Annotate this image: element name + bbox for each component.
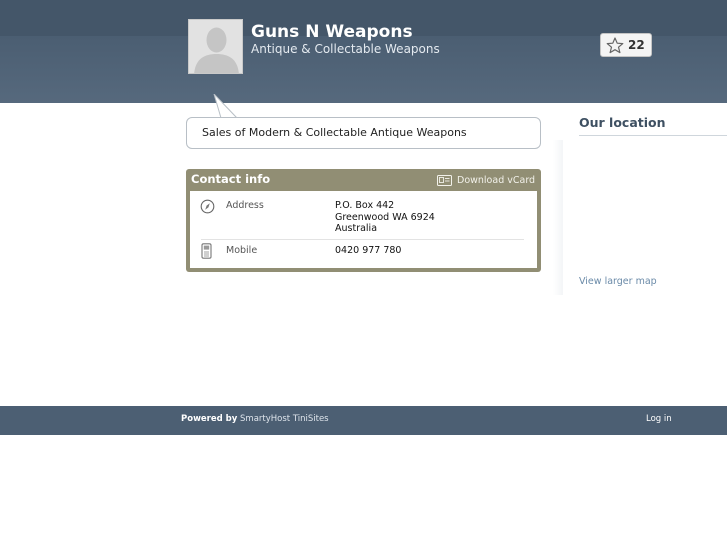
mobile-label: Mobile — [226, 245, 258, 256]
compass-icon — [200, 199, 215, 214]
avatar — [188, 19, 243, 74]
favorite-button[interactable]: 22 — [600, 33, 652, 57]
person-silhouette-icon — [189, 20, 242, 73]
download-vcard-link[interactable]: Download vCard — [457, 175, 535, 186]
our-location-heading: Our location — [579, 115, 666, 130]
tagline-bubble: Sales of Modern & Collectable Antique We… — [186, 117, 541, 149]
site-footer: Powered by SmartyHost TiniSites Log in — [0, 406, 727, 435]
mobile-value: 0420 977 780 — [335, 245, 401, 257]
divider — [201, 239, 524, 240]
mobile-number: 0420 977 780 — [335, 245, 402, 256]
site-subtitle: Antique & Collectable Weapons — [251, 42, 440, 56]
login-link[interactable]: Log in — [646, 414, 672, 424]
contact-info-box: Contact info Download vCard Address P.O.… — [186, 169, 541, 272]
speech-bubble-tail — [213, 94, 238, 119]
address-label: Address — [226, 200, 264, 211]
vcard-icon — [437, 175, 452, 186]
favorites-count: 22 — [628, 38, 645, 52]
site-header: Guns N Weapons Antique & Collectable Wea… — [0, 0, 727, 103]
contact-info-title: Contact info — [191, 172, 271, 186]
tagline-text: Sales of Modern & Collectable Antique We… — [202, 126, 467, 139]
address-line: Australia — [335, 223, 378, 234]
powered-by-link[interactable]: SmartyHost TiniSites — [240, 414, 329, 424]
map-panel-edge — [553, 140, 563, 295]
powered-by-prefix: Powered by — [181, 414, 238, 424]
address-line: Greenwood WA 6924 — [335, 211, 435, 223]
contact-details: Address P.O. Box 442 Greenwood WA 6924 A… — [190, 191, 537, 268]
address-value: P.O. Box 442 Greenwood WA 6924 Australia — [335, 200, 435, 235]
address-line: P.O. Box 442 — [335, 200, 395, 211]
view-larger-map-link[interactable]: View larger map — [579, 276, 657, 287]
site-title: Guns N Weapons — [251, 22, 413, 42]
mobile-phone-icon — [201, 243, 212, 259]
heading-underline — [579, 135, 727, 136]
powered-by: Powered by SmartyHost TiniSites — [181, 414, 329, 424]
star-outline-icon — [606, 37, 624, 54]
